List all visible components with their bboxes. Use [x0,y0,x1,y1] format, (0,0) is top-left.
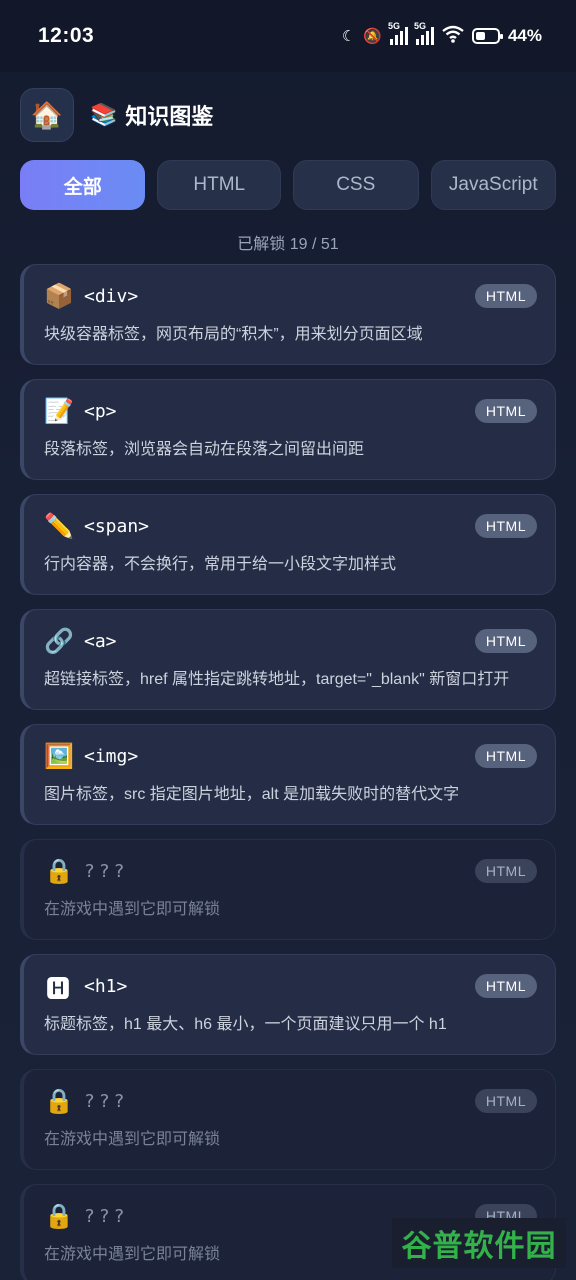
watermark-logo: 谷普软件园 [392,1218,566,1268]
tab-javascript[interactable]: JavaScript [430,160,556,210]
category-tabs: 全部 HTML CSS JavaScript [0,160,576,210]
picture-icon: 🖼️ [44,742,74,770]
tab-css[interactable]: CSS [293,160,419,210]
h-letter-icon: 🅷 [46,974,70,1003]
unlock-status: 已解锁 19 / 51 [237,236,339,253]
category-badge: HTML [474,974,537,998]
wifi-icon [442,25,464,47]
card-description: 段落标签，浏览器会自动在段落之间留出间距 [44,441,365,458]
status-bar: 12:03 ☾ 🔕 5G 5G 44% [0,0,576,72]
card-name: ??? [84,1205,129,1227]
signal-icon: 5G [388,21,408,45]
tab-html[interactable]: HTML [157,160,281,210]
header: 🏠 📚 知识图鉴 [0,80,576,150]
card-description: 标题标签，h1 最大、h6 最小，一个页面建议只用一个 h1 [44,1016,447,1033]
card-div[interactable]: 📦 <div> HTML 块级容器标签，网页布局的“积木”，用来划分页面区域 [20,264,556,365]
card-name: <span> [84,515,150,537]
card-p[interactable]: 📝 <p> HTML 段落标签，浏览器会自动在段落之间留出间距 [20,379,556,480]
card-span[interactable]: ✏️ <span> HTML 行内容器，不会换行，常用于给一小段文字加样式 [20,494,556,595]
card-name: <img> [84,745,139,767]
moon-icon: ☾ [341,28,356,45]
package-icon: 📦 [44,282,74,310]
lock-icon: 🔒 [44,1087,78,1115]
clock: 12:03 [38,24,95,47]
card-name: <a> [84,630,117,652]
card-description: 行内容器，不会换行，常用于给一小段文字加样式 [44,556,397,573]
battery-percent: 44% [507,26,542,45]
card-locked[interactable]: 🔒??? HTML 在游戏中遇到它即可解锁 [20,1069,556,1170]
category-badge: HTML [474,744,537,768]
home-button[interactable]: 🏠 [20,88,74,142]
card-description: 块级容器标签，网页布局的“积木”，用来划分页面区域 [44,326,423,343]
pencil-icon: ✏️ [44,512,74,540]
card-name: ??? [84,1090,129,1112]
books-icon: 📚 [90,102,118,127]
card-description: 在游戏中遇到它即可解锁 [44,901,221,918]
card-description: 图片标签，src 指定图片地址，alt 是加载失败时的替代文字 [44,786,460,803]
link-icon: 🔗 [44,627,74,655]
card-list: 📦 <div> HTML 块级容器标签，网页布局的“积木”，用来划分页面区域 📝 <… [0,264,576,1280]
card-h1[interactable]: 🅷 <h1> HTML 标题标签，h1 最大、h6 最小，一个页面建议只用一个 h… [20,954,556,1055]
category-badge: HTML [474,284,537,308]
category-badge: HTML [474,629,537,653]
card-a[interactable]: 🔗 <a> HTML 超链接标签，href 属性指定跳转地址，target="_b… [20,609,556,710]
battery-icon [471,28,503,44]
card-name: <p> [84,400,117,422]
category-badge: HTML [474,514,537,538]
category-badge: HTML [474,859,537,883]
category-badge: HTML [474,399,537,423]
card-name: <h1> [84,975,128,997]
card-img[interactable]: 🖼️ <img> HTML 图片标签，src 指定图片地址，alt 是加载失败时的… [20,724,556,825]
page-title-text: 知识图鉴 [125,104,214,129]
memo-icon: 📝 [44,397,74,425]
bell-off-icon: 🔕 [363,28,382,45]
category-badge: HTML [474,1089,537,1113]
lock-icon: 🔒 [44,857,78,885]
status-icons: ☾ 🔕 5G 5G 44% [341,21,542,47]
card-locked[interactable]: 🔒??? HTML 在游戏中遇到它即可解锁 [20,839,556,940]
home-icon: 🏠 [30,99,64,130]
signal-icon-2: 5G [414,21,434,45]
card-name: <div> [84,285,139,307]
card-name: ??? [84,860,129,882]
lock-icon: 🔒 [44,1202,78,1230]
tab-all[interactable]: 全部 [20,160,146,210]
card-description: 在游戏中遇到它即可解锁 [44,1131,221,1148]
page-title: 📚 知识图鉴 [90,99,213,131]
card-description: 超链接标签，href 属性指定跳转地址，target="_blank" 新窗口打… [44,671,510,688]
